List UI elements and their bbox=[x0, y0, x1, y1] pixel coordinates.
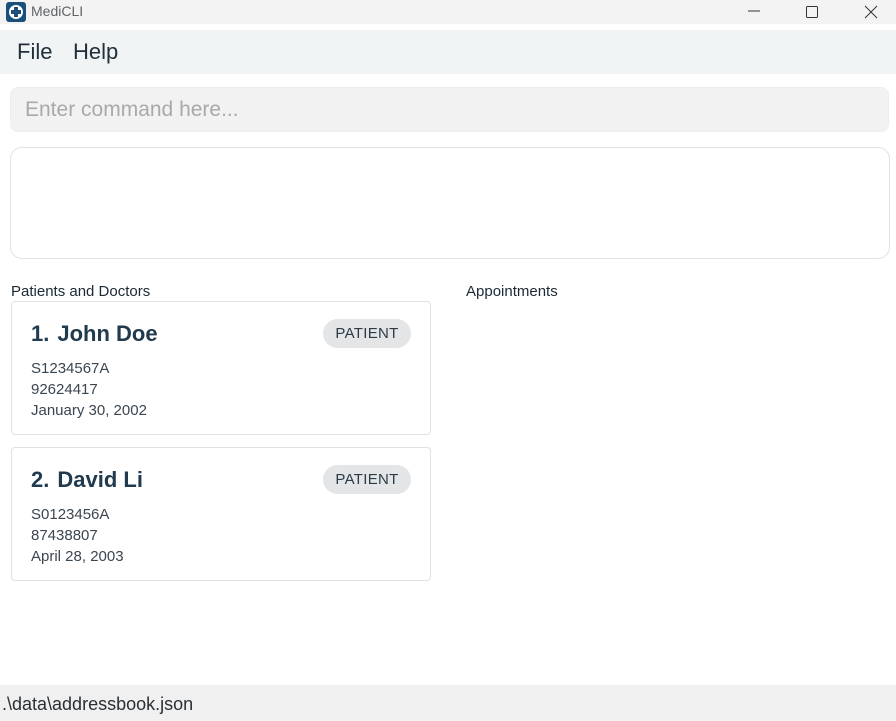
command-input[interactable] bbox=[10, 87, 889, 132]
person-phone: 92624417 bbox=[31, 381, 98, 398]
title-bar: MediCLI bbox=[0, 0, 896, 24]
person-dob: January 30, 2002 bbox=[31, 402, 147, 419]
window-title: MediCLI bbox=[31, 3, 84, 19]
menu-help[interactable]: Help bbox=[73, 39, 118, 65]
medical-cross-icon bbox=[6, 2, 26, 22]
role-badge: PATIENT bbox=[323, 319, 411, 348]
person-index: 2. bbox=[31, 467, 50, 492]
minimize-button[interactable] bbox=[730, 0, 776, 24]
result-display[interactable] bbox=[10, 147, 890, 259]
close-button[interactable] bbox=[847, 0, 893, 24]
person-index: 1. bbox=[31, 321, 50, 346]
person-name-text: David Li bbox=[57, 467, 143, 492]
person-name: 2. David Li bbox=[31, 467, 143, 493]
minimize-icon bbox=[748, 10, 760, 12]
person-nric: S0123456A bbox=[31, 506, 110, 523]
person-card[interactable]: 2. David Li PATIENT S0123456A 87438807 Ap… bbox=[11, 447, 431, 581]
appointments-list-title: Appointments bbox=[466, 283, 558, 300]
person-nric: S1234567A bbox=[31, 360, 110, 377]
maximize-button[interactable] bbox=[788, 0, 834, 24]
person-name-text: John Doe bbox=[57, 321, 158, 346]
menu-file[interactable]: File bbox=[17, 39, 52, 65]
close-icon bbox=[864, 5, 878, 19]
menu-bar: File Help bbox=[0, 30, 896, 74]
person-phone: 87438807 bbox=[31, 527, 98, 544]
person-name: 1. John Doe bbox=[31, 321, 158, 347]
persons-list-title: Patients and Doctors bbox=[11, 283, 151, 300]
save-file-path: .\data\addressbook.json bbox=[2, 694, 194, 714]
person-dob: April 28, 2003 bbox=[31, 548, 124, 565]
maximize-icon bbox=[806, 6, 818, 18]
person-card[interactable]: 1. John Doe PATIENT S1234567A 92624417 Ja… bbox=[11, 301, 431, 435]
status-bar: .\data\addressbook.json bbox=[0, 685, 896, 721]
role-badge: PATIENT bbox=[323, 465, 411, 494]
